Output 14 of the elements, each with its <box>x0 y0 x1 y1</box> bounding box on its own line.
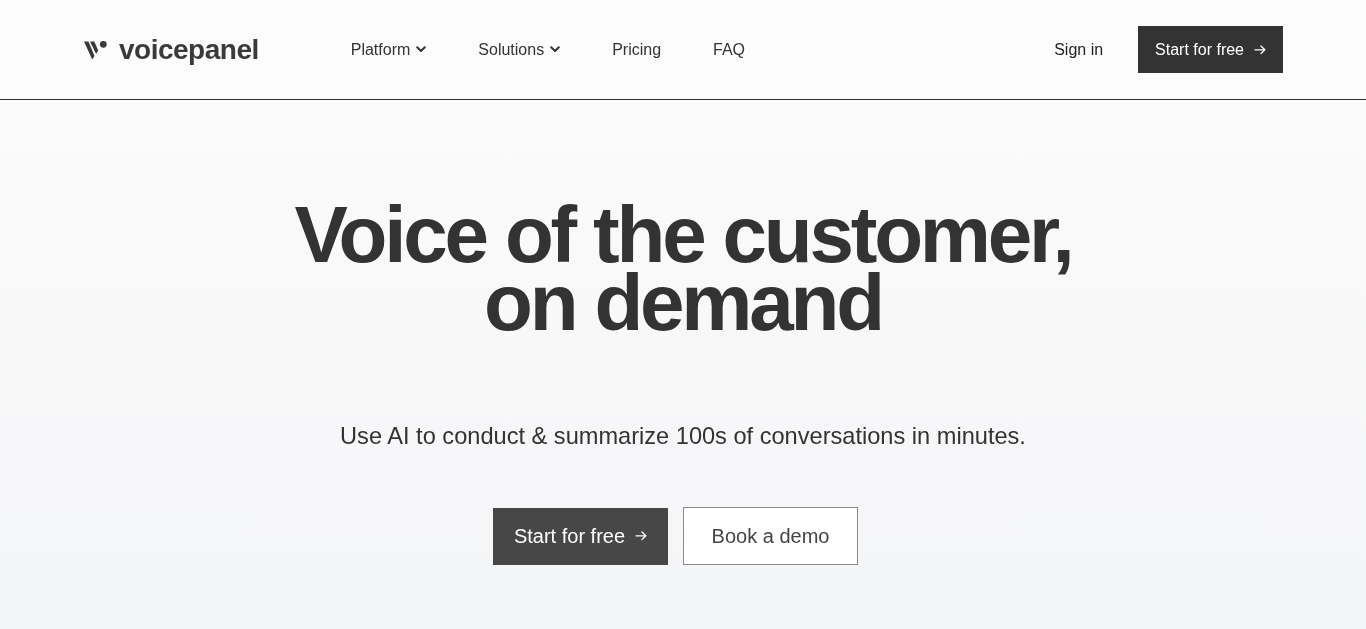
arrow-right-icon <box>635 531 648 541</box>
sign-in-link[interactable]: Sign in <box>1054 37 1104 62</box>
logo-link[interactable]: voicepanel <box>84 35 259 64</box>
nav-link[interactable]: Solutions <box>478 37 561 62</box>
nav-link[interactable]: Pricing <box>612 37 662 62</box>
logo-mark-icon <box>84 39 107 60</box>
hero-subtitle: Use AI to conduct & summarize 100s of conversations in minutes. <box>340 422 1026 451</box>
nav-link[interactable]: FAQ <box>713 37 746 62</box>
nav-link[interactable]: Platform <box>350 37 427 62</box>
start-for-free-button[interactable]: Start for free <box>493 507 668 565</box>
hero-heading: Voice of the customer, on demand <box>294 201 1072 337</box>
arrow-right-icon <box>1254 44 1266 55</box>
start-for-free-button[interactable]: Start for free <box>1138 26 1283 73</box>
book-demo-button[interactable]: Book a demo <box>683 507 858 565</box>
